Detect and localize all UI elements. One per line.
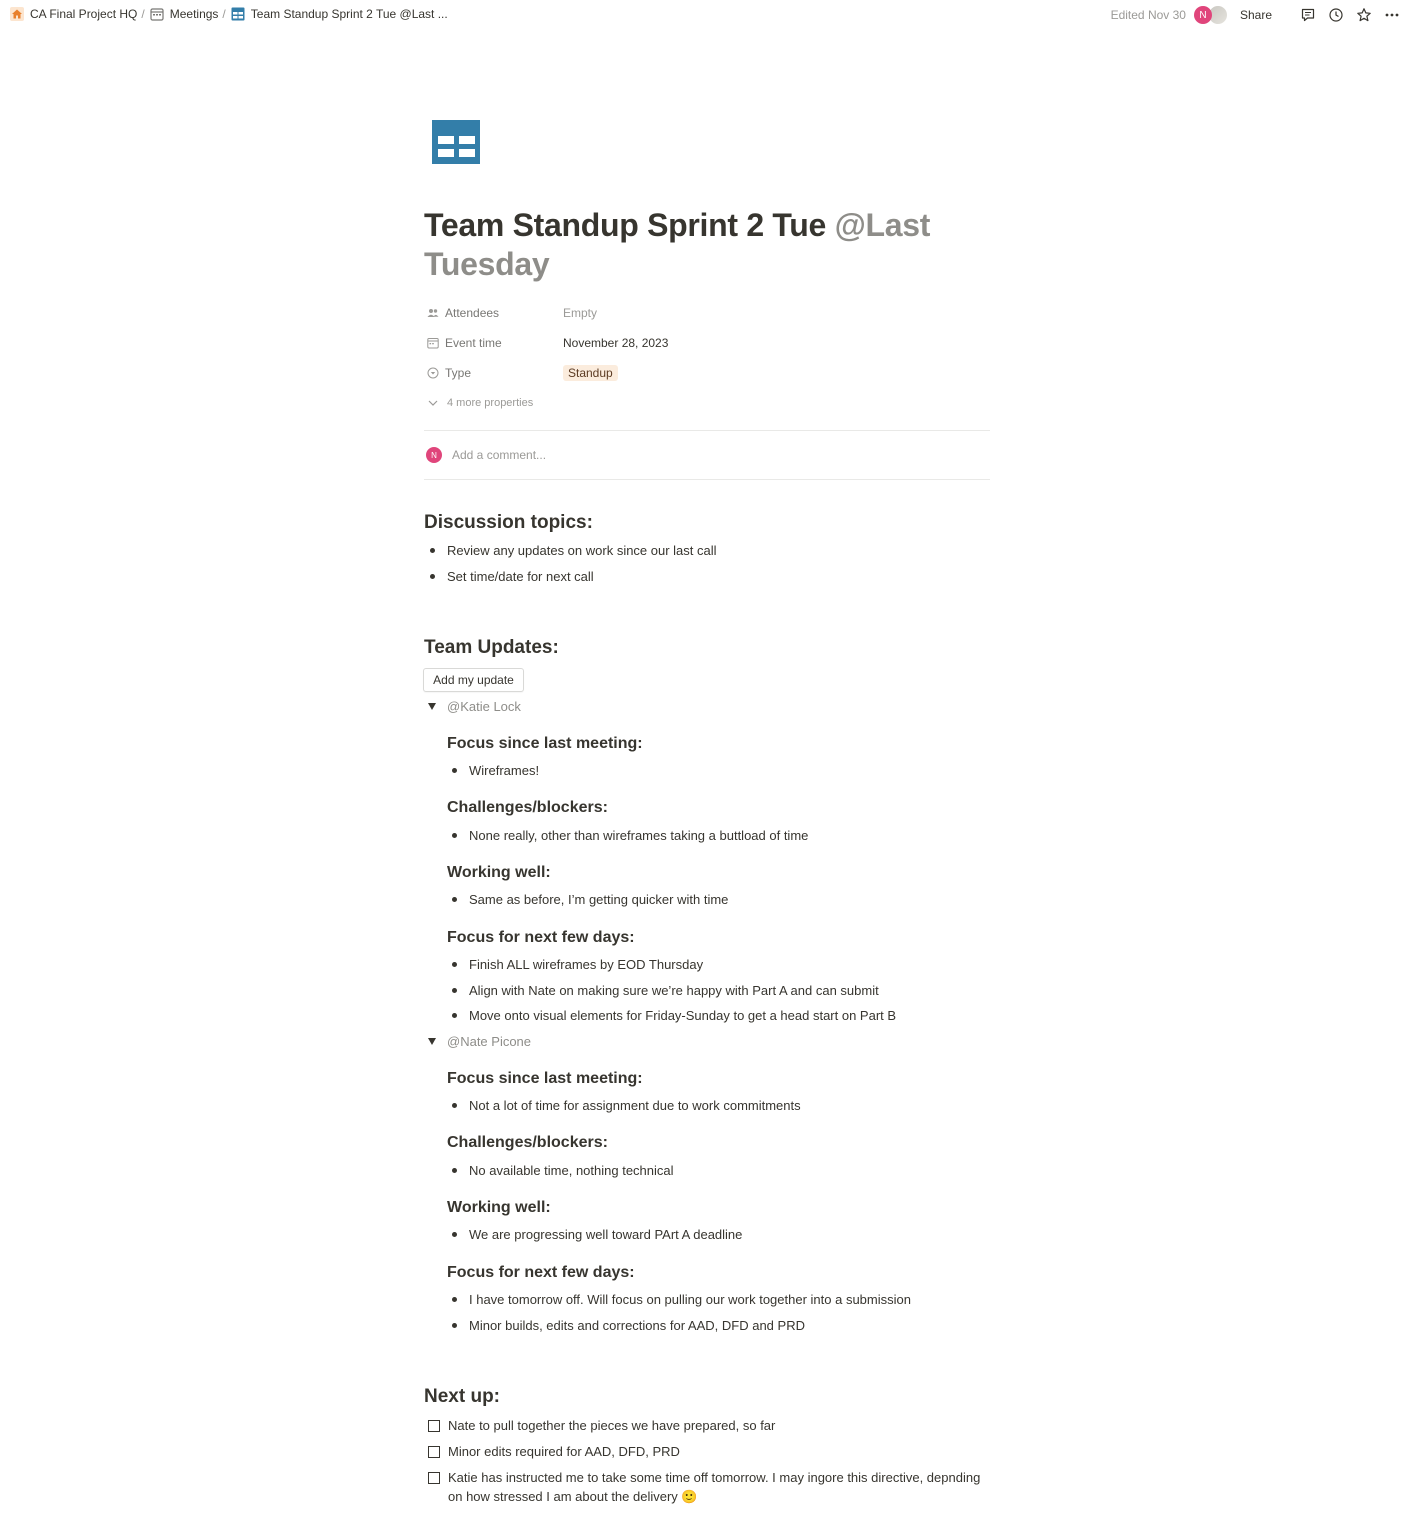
breadcrumb: CA Final Project HQ / Meetings / Team St… (10, 7, 448, 21)
property-attendees[interactable]: Attendees Empty (424, 302, 990, 324)
todo-text: Katie has instructed me to take some tim… (448, 1470, 981, 1504)
list-item: Not a lot of time for assignment due to … (446, 1098, 801, 1113)
property-label: Attendees (424, 306, 563, 320)
property-label-text: Type (445, 366, 472, 380)
property-label: Type (424, 366, 563, 380)
section-heading: Focus for next few days: (447, 1264, 635, 1281)
calendar-icon (427, 338, 439, 349)
todo-checkbox[interactable] (428, 1472, 440, 1484)
list-item: We are progressing well toward PArt A de… (446, 1227, 742, 1242)
top-bar-actions: Edited Nov 30 N Share (1111, 5, 1400, 25)
home-icon (10, 7, 24, 21)
people-icon (427, 309, 439, 317)
list-item: Wireframes! (446, 763, 539, 778)
table-icon[interactable] (432, 120, 480, 164)
section-heading: Focus since last meeting: (447, 1070, 643, 1087)
todo-text: Nate to pull together the pieces we have… (448, 1418, 776, 1433)
team-updates-heading: Team Updates: (424, 637, 559, 658)
breadcrumb-item-ca-final-project-hq[interactable]: CA Final Project HQ (10, 7, 137, 21)
property-type[interactable]: Type Standup (424, 362, 990, 384)
property-event-time[interactable]: Event time November 28, 2023 (424, 332, 990, 354)
property-value: Empty (563, 306, 598, 320)
add-my-update-button[interactable]: Add my update (423, 668, 524, 692)
section-heading: Working well: (447, 1199, 551, 1216)
table-icon (231, 7, 245, 21)
section-heading: Working well: (447, 864, 551, 881)
property-value: November 28, 2023 (563, 336, 669, 350)
section-heading: Challenges/blockers: (447, 1134, 608, 1151)
breadcrumb-label: Meetings (169, 7, 219, 21)
list-item: Set time/date for next call (424, 569, 594, 584)
toggle-triangle-icon[interactable] (428, 703, 436, 710)
section-heading: Focus since last meeting: (447, 735, 643, 752)
list-item: Minor builds, edits and corrections for … (446, 1318, 805, 1333)
more-options-icon[interactable] (1384, 7, 1400, 23)
breadcrumb-item-meetings[interactable]: Meetings (150, 7, 219, 21)
section-heading: Focus for next few days: (447, 929, 635, 946)
todo-item: Katie has instructed me to take some tim… (428, 1468, 994, 1506)
user-mention[interactable]: @Nate Picone (447, 1034, 531, 1049)
avatar: N (426, 447, 442, 463)
list-item: Align with Nate on making sure we’re hap… (446, 983, 879, 998)
history-icon[interactable] (1328, 7, 1344, 23)
breadcrumb-label: Team Standup Sprint 2 Tue @Last ... (250, 7, 448, 21)
list-item: Same as before, I’m getting quicker with… (446, 892, 728, 907)
more-properties: 4 more properties (424, 397, 533, 409)
todo-item: Nate to pull together the pieces we have… (428, 1416, 994, 1435)
breadcrumb-separator: / (222, 7, 226, 21)
divider (424, 479, 990, 480)
chevron-down-icon (428, 400, 438, 406)
toggle-nate-picone[interactable]: @Nate Picone (428, 1034, 531, 1049)
property-label: Event time (424, 336, 563, 350)
list-item: Review any updates on work since our las… (424, 543, 717, 558)
list-item: None really, other than wireframes takin… (446, 828, 808, 843)
comments-icon[interactable] (1300, 7, 1316, 23)
page-title-text: Team Standup Sprint 2 Tue (424, 207, 835, 243)
todo-item: Minor edits required for AAD, DFD, PRD (428, 1442, 994, 1461)
comment-input[interactable]: Add a comment... (452, 448, 546, 462)
breadcrumb-label: CA Final Project HQ (30, 7, 138, 21)
next-up-heading: Next up: (424, 1386, 500, 1407)
divider (424, 430, 990, 431)
favorite-star-icon[interactable] (1356, 7, 1372, 23)
toggle-triangle-icon[interactable] (428, 1038, 436, 1045)
last-edited-text: Edited Nov 30 (1110, 8, 1186, 22)
user-mention[interactable]: @Katie Lock (447, 699, 521, 714)
avatar[interactable]: N (1193, 6, 1212, 24)
property-label-text: Attendees (445, 306, 500, 320)
page-title[interactable]: Team Standup Sprint 2 Tue @Last Tuesday (424, 206, 984, 284)
select-icon (427, 367, 439, 379)
more-properties-label: 4 more properties (447, 397, 534, 409)
list-item: No available time, nothing technical (446, 1163, 674, 1178)
type-tag[interactable]: Standup (563, 365, 618, 381)
list-item: Finish ALL wireframes by EOD Thursday (446, 957, 703, 972)
list-item: I have tomorrow off. Will focus on pulli… (446, 1292, 911, 1307)
calendar-icon (150, 8, 164, 21)
share-button[interactable]: Share (1240, 8, 1272, 22)
list-item: Move onto visual elements for Friday-Sun… (446, 1008, 896, 1023)
comment-box[interactable]: N Add a comment... (426, 447, 546, 463)
todo-checkbox[interactable] (428, 1446, 440, 1458)
top-bar: CA Final Project HQ / Meetings / Team St… (0, 0, 1410, 30)
toggle-katie-lock[interactable]: @Katie Lock (428, 699, 521, 714)
breadcrumb-item-current-page[interactable]: Team Standup Sprint 2 Tue @Last ... (231, 7, 448, 21)
discussion-heading: Discussion topics: (424, 512, 593, 533)
todo-checkbox[interactable] (428, 1420, 440, 1432)
property-label-text: Event time (445, 336, 502, 350)
more-properties-toggle[interactable]: 4 more properties (424, 392, 990, 414)
section-heading: Challenges/blockers: (447, 799, 608, 816)
breadcrumb-separator: / (141, 7, 145, 21)
todo-text: Minor edits required for AAD, DFD, PRD (448, 1444, 680, 1459)
